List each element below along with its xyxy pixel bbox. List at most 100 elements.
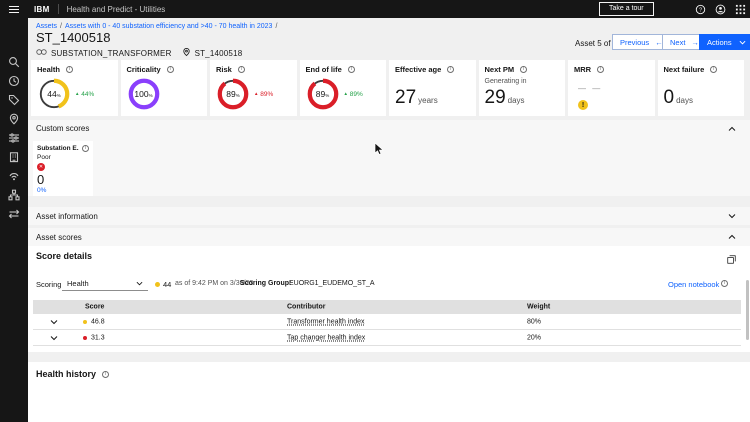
row-weight-value: 20%: [527, 334, 542, 341]
filter-sliders-icon[interactable]: [8, 132, 20, 144]
info-icon[interactable]: [710, 66, 718, 73]
info-icon[interactable]: [721, 280, 728, 287]
health-history-block: Health history: [28, 362, 750, 422]
chevron-up-icon[interactable]: [728, 234, 736, 240]
location-icon: [182, 47, 191, 59]
score-details-block: Score details Scoring: Health 44 as of 9…: [28, 246, 750, 352]
user-avatar-icon[interactable]: [715, 4, 726, 15]
chevron-down-icon[interactable]: [728, 214, 736, 219]
topbar-divider: [57, 4, 59, 14]
custom-scores-header[interactable]: Custom scores: [28, 120, 750, 137]
asset-information-accordion[interactable]: Asset information: [28, 207, 750, 225]
row-expand-chevron-icon[interactable]: [50, 319, 58, 324]
weight-column-header: Weight: [527, 303, 551, 311]
info-icon[interactable]: [166, 66, 174, 73]
recent-history-icon[interactable]: [8, 75, 20, 87]
app-switcher-icon[interactable]: [735, 4, 746, 15]
breadcrumb-filter-link[interactable]: Assets with 0 - 40 substation efficiency…: [65, 23, 272, 30]
trend-up-icon: ▲: [343, 90, 348, 96]
asset-type-icon: [36, 48, 47, 58]
breadcrumb-assets-link[interactable]: Assets: [36, 23, 57, 30]
end-of-life-donut: 89%: [306, 77, 340, 111]
scoring-label: Scoring:: [36, 280, 64, 289]
top-bar: IBM Health and Predict - Utilities Take …: [0, 0, 750, 18]
scoring-group-label: Scoring Group:: [240, 280, 292, 287]
ibm-logo: IBM: [34, 4, 50, 14]
next-pm-note: Generating in: [484, 78, 527, 85]
scoring-group-value: EUORG1_EUDEMO_ST_A: [289, 280, 375, 287]
asset-type-label: SUBSTATION_TRANSFORMER: [51, 48, 172, 58]
table-header-row: Score Contributor Weight: [33, 300, 741, 314]
left-sidebar: [0, 18, 28, 422]
criticality-card[interactable]: Criticality 100%: [120, 60, 207, 116]
page-title: ST_1400518: [36, 30, 111, 45]
open-notebook-link[interactable]: Open notebook: [668, 280, 719, 289]
arrow-right-icon: →: [691, 37, 699, 47]
mrr-card[interactable]: MRR — — !: [568, 60, 655, 116]
custom-scores-label: Custom scores: [36, 124, 90, 133]
popout-icon[interactable]: [727, 251, 736, 269]
health-card[interactable]: Health 44% ▲ 44%: [31, 60, 118, 116]
info-icon[interactable]: [102, 370, 110, 378]
contributors-table: Score Contributor Weight 46.8 Transforme…: [33, 300, 741, 346]
effective-age-card[interactable]: Effective age 27years: [389, 60, 476, 116]
custom-card-percent: 0%: [37, 187, 47, 194]
table-row: 31.3 Tap changer health index 20%: [33, 330, 741, 346]
score-cards-row: Health 44% ▲ 44% Criticality 100% Risk: [31, 60, 744, 116]
current-score-value: 44: [163, 280, 172, 289]
breadcrumb-separator: /: [60, 23, 62, 30]
scoring-dropdown[interactable]: Health: [62, 276, 148, 291]
info-icon[interactable]: [597, 66, 605, 73]
scoring-row: Scoring: Health 44 as of 9:42 PM on 3/30…: [28, 276, 750, 292]
custom-card-title: Substation E...: [37, 145, 79, 152]
monitor-signal-icon[interactable]: [8, 170, 20, 182]
info-icon[interactable]: [520, 66, 528, 73]
actions-button[interactable]: Actions: [699, 34, 750, 50]
next-pm-value: 29: [484, 87, 506, 108]
trend-up-icon: ▲: [254, 90, 259, 96]
asset-scores-accordion[interactable]: Asset scores: [28, 228, 750, 246]
tag-icon[interactable]: [8, 94, 20, 106]
custom-scores-section: Custom scores Substation E... Poor 0 0%: [28, 120, 750, 196]
info-icon[interactable]: [65, 66, 73, 73]
location-pin-icon[interactable]: [8, 113, 20, 125]
chevron-down-icon: [739, 38, 746, 47]
risk-trend: ▲ 89%: [254, 90, 274, 98]
chevron-up-icon[interactable]: [728, 126, 736, 131]
next-failure-label: Next failure: [663, 65, 705, 74]
contributor-link[interactable]: Tap changer health index: [287, 334, 365, 341]
end-of-life-card[interactable]: End of life 89% ▲ 89%: [299, 60, 386, 116]
info-icon[interactable]: [447, 66, 455, 73]
effective-age-label: Effective age: [395, 65, 442, 74]
health-donut: 44%: [37, 77, 71, 111]
help-icon[interactable]: ?: [695, 4, 706, 15]
next-pm-label: Next PM: [484, 65, 515, 74]
take-a-tour-button[interactable]: Take a tour: [599, 2, 654, 16]
row-expand-chevron-icon[interactable]: [50, 335, 58, 340]
sites-building-icon[interactable]: [8, 151, 20, 163]
substation-efficiency-card[interactable]: Substation E... Poor 0 0%: [33, 141, 93, 196]
risk-label: Risk: [216, 65, 232, 74]
row-status-dot: [83, 319, 87, 324]
next-failure-card[interactable]: Next failure 0days: [657, 60, 744, 116]
asset-location-label: ST_1400518: [194, 48, 243, 58]
info-icon[interactable]: [347, 66, 355, 73]
vertical-scrollbar[interactable]: [746, 280, 749, 340]
criticality-donut: 100%: [127, 77, 161, 111]
risk-card[interactable]: Risk 89% ▲ 89%: [210, 60, 297, 116]
search-icon[interactable]: [8, 56, 20, 68]
info-icon[interactable]: [82, 145, 89, 152]
info-icon[interactable]: [237, 66, 245, 73]
warning-icon[interactable]: !: [578, 100, 588, 110]
mrr-label: MRR: [574, 65, 592, 74]
next-pm-card[interactable]: Next PM Generating in 29days: [478, 60, 565, 116]
end-of-life-label: End of life: [305, 65, 342, 74]
menu-icon[interactable]: [0, 0, 28, 18]
app-title: Health and Predict - Utilities: [66, 4, 166, 14]
contributor-link[interactable]: Transformer health index: [287, 318, 365, 325]
end-of-life-trend: ▲ 89%: [343, 90, 363, 98]
hierarchy-icon[interactable]: [8, 189, 20, 201]
contributor-column-header: Contributor: [287, 303, 326, 311]
compare-arrows-icon[interactable]: [8, 208, 20, 220]
health-history-title: Health history: [36, 369, 97, 379]
